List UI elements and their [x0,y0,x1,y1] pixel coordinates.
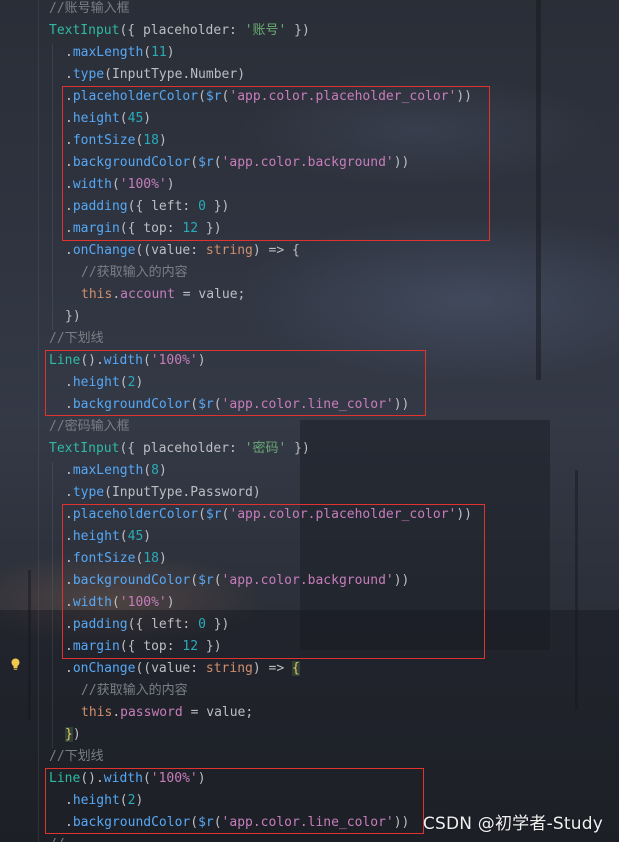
code-token: . [65,67,73,82]
code-line[interactable]: //获取输入的内容 [81,262,188,284]
watermark-text: CSDN @初学者-Study [422,814,603,834]
code-token: TextInput [49,23,120,38]
code-token: . [112,287,121,302]
code-token: . [65,463,73,478]
code-token: //下划线 [49,331,104,346]
code-token: ((value: [135,243,206,258]
code-line[interactable]: .maxLength(8) [65,460,167,482]
code-token: } [65,727,73,742]
code-token: this [81,705,113,720]
code-token: //账号输入框 [49,1,130,16]
code-token: ) [158,463,167,478]
code-token: password [120,705,183,720]
code-line[interactable]: }) [65,724,81,746]
code-token: ) [72,727,81,742]
code-token: : [229,23,245,38]
code-token: 11 [151,45,167,60]
code-line[interactable]: .type(InputType.Password) [65,482,261,504]
code-token: maxLength [72,463,144,478]
code-token: . [65,243,73,258]
code-token: type [72,485,105,500]
code-token: onChange [72,243,136,258]
code-line[interactable]: //下划线 [49,746,104,768]
code-token: ({ [119,441,143,456]
wallpaper-pole [536,0,541,380]
code-token: }) [65,309,81,324]
code-line[interactable]: //密码输入框 [49,416,130,438]
code-line[interactable]: //获取输入的内容 [81,680,188,702]
code-token: . [112,705,121,720]
highlight-box-password-line [45,768,424,834]
code-token: . [65,45,73,60]
code-line[interactable]: // [49,834,65,842]
code-token: (InputType.Number) [104,67,246,82]
code-token: //下划线 [49,749,104,764]
code-token: //密码输入框 [49,419,130,434]
code-token: string [205,243,253,258]
code-token: string [205,661,253,676]
editor-gutter-divider [38,0,39,842]
code-line[interactable]: .type(InputType.Number) [65,64,245,86]
code-token: ) => [252,661,293,676]
code-line[interactable]: .onChange((value: string) => { [65,240,300,262]
code-token: }) [286,441,310,456]
code-token: . [65,485,73,500]
code-token: this [81,287,113,302]
code-token: ({ [119,23,143,38]
code-token: : [229,441,245,456]
highlight-box-password-styles [62,504,485,659]
code-token: ) => { [252,243,300,258]
code-line[interactable]: TextInput({ placeholder: '密码' }) [49,438,310,460]
code-line[interactable]: .maxLength(11) [65,42,175,64]
code-token: TextInput [49,441,120,456]
code-line[interactable]: this.account = value; [81,284,245,306]
code-token: placeholder [142,441,230,456]
highlight-box-account-styles [62,86,490,241]
code-line[interactable]: //下划线 [49,328,104,350]
code-token: ) [166,45,175,60]
code-token: (InputType.Password) [104,485,261,500]
code-token: { [292,661,300,676]
code-line[interactable]: //账号输入框 [49,0,130,20]
code-token: //获取输入的内容 [81,683,188,698]
code-token: }) [286,23,310,38]
code-token: // [49,837,65,842]
highlight-box-account-line [45,350,426,416]
code-token: ( [143,463,152,478]
code-line[interactable]: this.password = value; [81,702,253,724]
code-token: account [120,287,175,302]
code-line[interactable]: }) [65,306,81,328]
indent-guide [52,462,53,748]
code-token: maxLength [72,45,144,60]
code-token: = value; [174,287,246,302]
code-token: type [72,67,105,82]
code-token: placeholder [142,23,230,38]
code-token: = value; [182,705,254,720]
code-token: //获取输入的内容 [81,265,188,280]
code-token: . [65,661,73,676]
code-token: '密码' [244,441,287,456]
code-token: '账号' [244,23,287,38]
code-token: ((value: [135,661,206,676]
lightbulb-icon[interactable] [10,658,21,671]
code-token: onChange [72,661,136,676]
indent-guide [52,44,53,330]
code-line[interactable]: TextInput({ placeholder: '账号' }) [49,20,310,42]
code-line[interactable]: .onChange((value: string) => { [65,658,300,680]
code-token: 8 [151,463,159,478]
code-token: ( [143,45,152,60]
